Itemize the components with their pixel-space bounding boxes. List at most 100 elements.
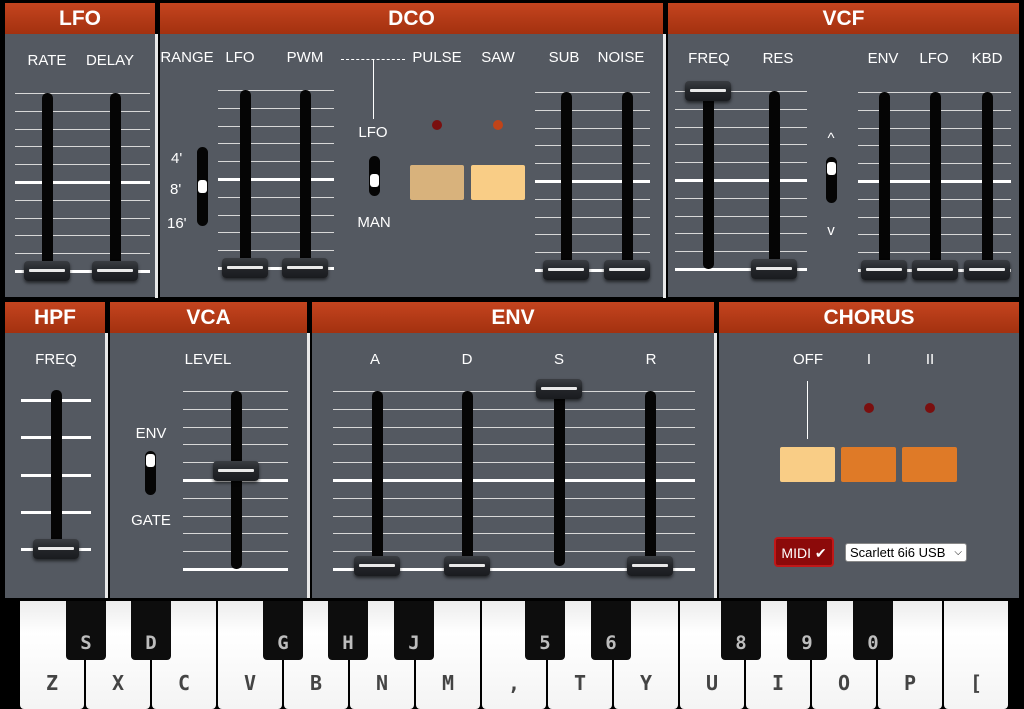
slider-handle[interactable] (751, 259, 797, 279)
slider-track[interactable] (300, 90, 311, 268)
black-key[interactable]: J (394, 601, 434, 660)
slider-handle[interactable] (282, 258, 328, 278)
key-label: X (111, 671, 125, 695)
slider-track[interactable] (769, 91, 780, 269)
vcf-polarity-switch[interactable] (826, 157, 837, 203)
black-key[interactable]: 8 (721, 601, 761, 660)
env-divider (714, 333, 717, 598)
dco-range-16: 16' (167, 215, 187, 232)
slider-track[interactable] (645, 391, 656, 566)
slider-handle[interactable] (33, 539, 79, 559)
slider-handle[interactable] (213, 461, 259, 482)
slider-handle[interactable] (685, 81, 731, 101)
scale-tick (15, 181, 150, 184)
scale-tick (218, 232, 334, 234)
black-key[interactable]: G (263, 601, 303, 660)
slider-handle[interactable] (354, 556, 400, 576)
key-label: 0 (867, 632, 879, 654)
chorus-off-label: OFF (793, 351, 823, 368)
scale-tick (675, 126, 807, 128)
slider-track[interactable] (110, 93, 121, 271)
slider-handle[interactable] (543, 260, 589, 280)
slider-track[interactable] (51, 390, 62, 549)
slider-track[interactable] (982, 92, 993, 270)
slider-track[interactable] (554, 389, 565, 566)
vcf-kbd-label: KBD (971, 50, 1003, 67)
black-key[interactable]: 9 (787, 601, 827, 660)
pulse-led (432, 120, 442, 130)
vcf-res-label: RES (762, 50, 794, 67)
key-label: [ (969, 671, 983, 695)
key-label: V (243, 671, 257, 695)
chorus-i-label: I (866, 351, 872, 368)
env-a-label: A (369, 351, 381, 368)
slider-handle[interactable] (604, 260, 650, 280)
scale-tick (675, 162, 807, 164)
slider-track[interactable] (42, 93, 53, 271)
pwm-source-knob[interactable] (370, 174, 379, 187)
dco-lfo-label: LFO (225, 49, 255, 66)
key-label: P (903, 671, 917, 695)
chorus-title: CHORUS (823, 306, 915, 329)
scale-tick (15, 110, 150, 112)
black-key[interactable]: 0 (853, 601, 893, 660)
chorus-ii-button[interactable] (902, 447, 957, 482)
scale-tick (333, 444, 695, 446)
env-r-label: R (645, 351, 657, 368)
scale-tick (675, 215, 807, 217)
vcf-polarity-knob[interactable] (827, 162, 836, 175)
pwm-source-switch[interactable] (369, 156, 380, 196)
slider-handle[interactable] (92, 261, 138, 281)
scale-tick (218, 143, 334, 145)
dco-range-knob[interactable] (198, 180, 207, 193)
slider-track[interactable] (240, 90, 251, 268)
key-label: 8 (735, 632, 747, 654)
slider-track[interactable] (930, 92, 941, 270)
vca-header: VCA (110, 302, 307, 333)
black-key[interactable]: H (328, 601, 368, 660)
scale-tick (675, 233, 807, 235)
chorus-ii-led (925, 403, 935, 413)
lfo-rate-label: RATE (27, 52, 67, 69)
slider-handle[interactable] (222, 258, 268, 278)
slider-handle[interactable] (964, 260, 1010, 280)
slider-track[interactable] (879, 92, 890, 270)
scale-tick (218, 90, 334, 91)
chorus-off-line (807, 381, 808, 439)
slider-track[interactable] (462, 391, 473, 566)
midi-toggle-button[interactable]: MIDI ✔ (774, 537, 834, 567)
scale-tick (333, 515, 695, 517)
scale-tick (15, 235, 150, 237)
midi-device-select[interactable]: Scarlett 6i6 USB ⌵ (845, 543, 967, 562)
slider-track[interactable] (622, 92, 633, 270)
dco-title: DCO (388, 7, 435, 30)
slider-handle[interactable] (912, 260, 958, 280)
pulse-button[interactable] (410, 165, 464, 200)
slider-track[interactable] (561, 92, 572, 270)
slider-handle[interactable] (24, 261, 70, 281)
slider-handle[interactable] (536, 379, 582, 399)
chorus-off-button[interactable] (780, 447, 835, 482)
chorus-i-button[interactable] (841, 447, 896, 482)
vca-level-label: LEVEL (184, 351, 232, 368)
black-key[interactable]: 6 (591, 601, 631, 660)
slider-track[interactable] (372, 391, 383, 566)
white-key[interactable]: [ (944, 601, 1008, 709)
dco-saw-label: SAW (481, 49, 515, 66)
vca-gate-label: GATE (131, 512, 171, 529)
black-key[interactable]: 5 (525, 601, 565, 660)
midi-device-value: Scarlett 6i6 USB (850, 545, 946, 560)
black-key[interactable]: D (131, 601, 171, 660)
slider-handle[interactable] (444, 556, 490, 576)
saw-button[interactable] (471, 165, 525, 200)
slider-track[interactable] (703, 91, 714, 269)
dco-range-switch[interactable] (197, 147, 208, 226)
vcf-header: VCF (668, 3, 1019, 34)
slider-handle[interactable] (627, 556, 673, 576)
vca-mode-switch[interactable] (145, 451, 156, 495)
key-label: 9 (801, 632, 813, 654)
black-key[interactable]: S (66, 601, 106, 660)
vca-mode-knob[interactable] (146, 454, 155, 467)
slider-handle[interactable] (861, 260, 907, 280)
scale-tick (218, 214, 334, 216)
